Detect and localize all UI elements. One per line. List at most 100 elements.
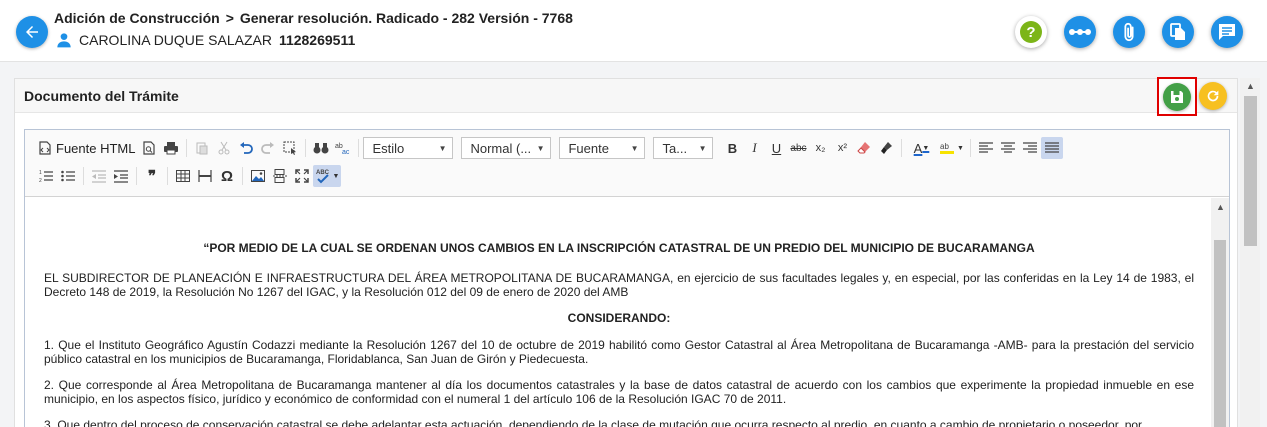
breadcrumb: Adición de Construcción > Generar resolu… [54,10,573,26]
preview-button[interactable] [138,137,160,159]
italic-button[interactable]: I [743,137,765,159]
toolbar-row-2: 12 ❞ Ω ABC ▼ [35,164,341,188]
svg-text:1: 1 [39,170,42,176]
header-bar: Adición de Construcción > Generar resolu… [0,0,1267,62]
spellcheck-icon: ABC [316,170,329,184]
outdent-icon [92,170,106,183]
chevron-down-icon: ▼ [332,172,340,180]
replace-button[interactable]: ab ac [332,137,354,159]
font-select[interactable]: Fuente ▼ [559,137,646,159]
paste-button[interactable] [191,137,213,159]
align-center-icon [1001,142,1016,153]
scroll-up-icon[interactable]: ▲ [1216,202,1225,212]
paragraph-3-text: 3. Que dentro del proceso de conservació… [44,418,1143,427]
spellcheck-button[interactable]: ABC ▼ [313,165,341,187]
chevron-down-icon: ▼ [536,143,545,153]
chevron-down-icon: ▼ [698,143,707,153]
copy-format-button[interactable] [875,137,897,159]
maximize-button[interactable] [291,165,313,187]
bulleted-list-icon [61,170,75,182]
scroll-up-icon[interactable]: ▲ [1246,81,1255,91]
align-left-icon [979,142,994,153]
table-button[interactable] [172,165,194,187]
scissors-icon [218,141,230,155]
superscript-button[interactable]: x² [831,137,853,159]
copy-button[interactable] [1162,16,1194,48]
bulleted-list-button[interactable] [57,165,79,187]
source-button[interactable]: Fuente HTML [35,141,138,156]
page-scrollbar[interactable]: ▲ [1240,78,1260,427]
underline-button[interactable]: U [765,137,787,159]
breadcrumb-procedure[interactable]: Adición de Construcción [54,10,220,26]
undo-button[interactable] [235,137,257,159]
align-justify-button[interactable] [1041,137,1064,159]
workflow-icon [1069,29,1091,35]
help-button[interactable]: ? [1015,16,1047,48]
cut-button[interactable] [213,137,235,159]
subscript-button[interactable]: x₂ [809,137,831,159]
special-character-button[interactable]: Ω [216,165,238,187]
image-icon [251,170,265,182]
page-break-button[interactable] [269,165,291,187]
page-scrollbar-thumb[interactable] [1244,96,1257,246]
considering-heading-text: CONSIDERANDO: [567,311,671,325]
blockquote-button[interactable]: ❞ [141,165,163,187]
format-select[interactable]: Normal (... ▼ [461,137,552,159]
select-all-button[interactable] [279,137,301,159]
indent-icon [114,170,128,183]
horizontal-line-button[interactable] [194,165,216,187]
redo-button[interactable] [257,137,279,159]
paragraph-1: 1. Que el Instituto Geográfico Agustín C… [44,338,1194,366]
text-color-label: A [913,140,923,156]
user-info: CAROLINA DUQUE SALAZAR 1128269511 [56,32,355,48]
chevron-down-icon: ▼ [438,143,447,153]
paintbrush-icon [881,142,893,154]
workflow-button[interactable] [1064,16,1096,48]
rich-text-editor: Fuente HTML abac Estilo▼ Normal (...▼ [24,129,1230,427]
align-center-button[interactable] [997,137,1019,159]
document-panel: Documento del Trámite Fuente HTML ab ac … [14,77,1238,427]
comments-button[interactable] [1211,16,1243,48]
chevron-down-icon: ▼ [957,144,964,152]
back-button[interactable] [16,16,48,48]
paragraph-2: 2. Que corresponde al Área Metropolitana… [44,378,1194,406]
breadcrumb-current: Generar resolución. Radicado - 282 Versi… [239,10,573,26]
binoculars-icon [313,143,329,154]
editor-scrollbar[interactable]: ▲ [1211,198,1229,427]
breadcrumb-separator: > [225,10,234,26]
align-right-button[interactable] [1019,137,1041,159]
bold-button[interactable]: B [721,137,743,159]
svg-text:?: ? [1026,24,1035,41]
source-label: Fuente HTML [56,140,136,156]
attachment-button[interactable] [1113,16,1145,48]
editor-scrollbar-thumb[interactable] [1214,240,1226,427]
document-intro-text: EL SUBDIRECTOR DE PLANEACIÓN E INFRAESTR… [44,271,1194,299]
chevron-down-icon: ▼ [922,144,930,152]
background-color-button[interactable]: ab ▼ [936,137,966,159]
refresh-button[interactable] [1199,82,1227,110]
editor-content[interactable]: “POR MEDIO DE LA CUAL SE ORDENAN UNOS CA… [25,198,1211,427]
indent-button[interactable] [110,165,132,187]
paste-icon [196,142,208,155]
print-button[interactable] [160,137,182,159]
numbered-list-button[interactable]: 12 [35,165,57,187]
style-select[interactable]: Estilo ▼ [363,137,454,159]
page: Adición de Construcción > Generar resolu… [0,0,1267,427]
font-select-value: Fuente [568,140,609,156]
strike-button[interactable]: abc [787,137,809,159]
svg-text:ab: ab [940,142,949,151]
remove-format-button[interactable] [853,137,875,159]
text-color-button[interactable]: A ▼ [906,137,936,159]
image-button[interactable] [247,165,269,187]
size-select[interactable]: Ta... ▼ [653,137,714,159]
horizontal-line-icon [198,170,212,182]
floppy-disk-icon [1171,90,1183,103]
align-justify-icon [1045,142,1060,153]
outdent-button[interactable] [88,165,110,187]
save-button[interactable] [1163,82,1191,111]
find-button[interactable] [310,137,332,159]
table-icon [176,170,190,182]
undo-icon [240,142,254,154]
maximize-icon [295,169,309,183]
align-left-button[interactable] [975,137,997,159]
